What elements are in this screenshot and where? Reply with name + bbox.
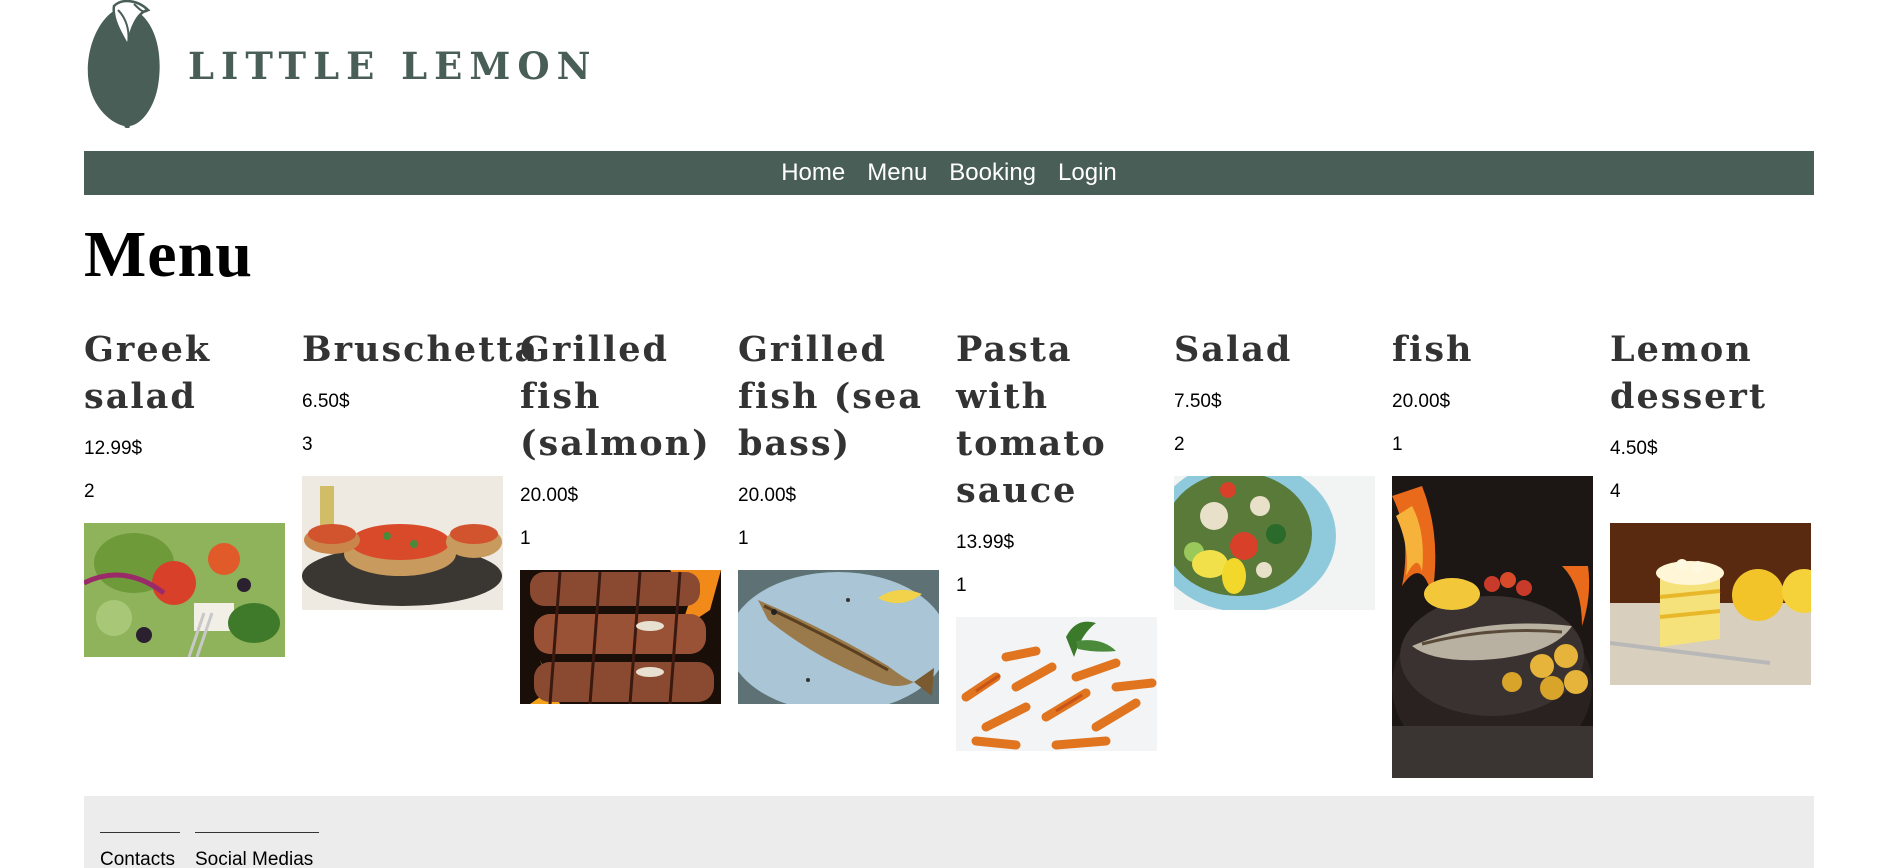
grilled-salmon-photo: [520, 570, 721, 704]
pasta-photo: [956, 617, 1157, 751]
dish-quantity: 1: [738, 528, 749, 549]
site-footer: Contacts Social Medias: [84, 796, 1814, 868]
dish-quantity: 4: [1610, 481, 1621, 502]
menu-item-grilled-salmon: Grilled fish (salmon) 20.00$ 1: [520, 326, 721, 704]
dish-name: Salad: [1174, 329, 1293, 370]
bruschetta-photo: [302, 476, 503, 610]
menu-item-lemon-dessert: Lemon dessert 4.50$ 4: [1610, 326, 1811, 685]
menu-item-fish: fish 20.00$ 1: [1392, 326, 1593, 778]
brand-name: LITTLE LEMON: [188, 44, 598, 88]
salad-photo: [1174, 476, 1375, 610]
dish-price: 20.00$: [738, 485, 797, 506]
dish-price: 7.50$: [1174, 391, 1222, 412]
greek-salad-photo: [84, 523, 285, 657]
lemon-icon: [87, 0, 160, 128]
dish-name: Bruschetta: [302, 329, 540, 370]
footer-contacts: Contacts: [100, 832, 180, 868]
main-nav: Home Menu Booking Login: [84, 151, 1814, 195]
dish-price: 4.50$: [1610, 438, 1658, 459]
dish-name: Greek salad: [84, 329, 212, 417]
nav-item-home[interactable]: Home: [781, 159, 845, 187]
dish-quantity: 2: [84, 481, 95, 502]
dish-price: 20.00$: [520, 485, 579, 506]
dish-quantity: 3: [302, 434, 313, 455]
page-title: Menu: [84, 218, 253, 291]
footer-social-medias: Social Medias: [195, 832, 319, 868]
dish-quantity: 1: [956, 575, 967, 596]
dish-quantity: 1: [1392, 434, 1403, 455]
menu-item-pasta: Pasta with tomato sauce 13.99$ 1: [956, 326, 1157, 751]
dish-quantity: 1: [520, 528, 531, 549]
dish-name: Grilled fish (salmon): [520, 329, 711, 464]
nav-item-booking[interactable]: Booking: [949, 159, 1036, 187]
dish-name: Grilled fish (sea bass): [738, 329, 923, 464]
menu-list: Greek salad 12.99$ 2 Bruschetta 6.50$ 3 …: [84, 326, 1814, 778]
logo[interactable]: [84, 0, 162, 128]
nav-item-menu[interactable]: Menu: [867, 159, 927, 187]
nav-item-login[interactable]: Login: [1058, 159, 1117, 187]
lemon-dessert-photo: [1610, 523, 1811, 685]
menu-item-bruschetta: Bruschetta 6.50$ 3: [302, 326, 540, 610]
menu-item-greek-salad: Greek salad 12.99$ 2: [84, 326, 285, 657]
dish-price: 20.00$: [1392, 391, 1451, 412]
dish-price: 13.99$: [956, 532, 1015, 553]
dish-quantity: 2: [1174, 434, 1185, 455]
grilled-sea-bass-photo: [738, 570, 939, 704]
dish-price: 6.50$: [302, 391, 350, 412]
dish-name: Lemon dessert: [1610, 329, 1768, 417]
dish-price: 12.99$: [84, 438, 143, 459]
grill-fish-photo: [1392, 476, 1593, 778]
menu-item-grilled-sea-bass: Grilled fish (sea bass) 20.00$ 1: [738, 326, 939, 704]
menu-item-salad: Salad 7.50$ 2: [1174, 326, 1375, 610]
dish-name: Pasta with tomato sauce: [956, 329, 1107, 511]
dish-name: fish: [1392, 329, 1474, 370]
